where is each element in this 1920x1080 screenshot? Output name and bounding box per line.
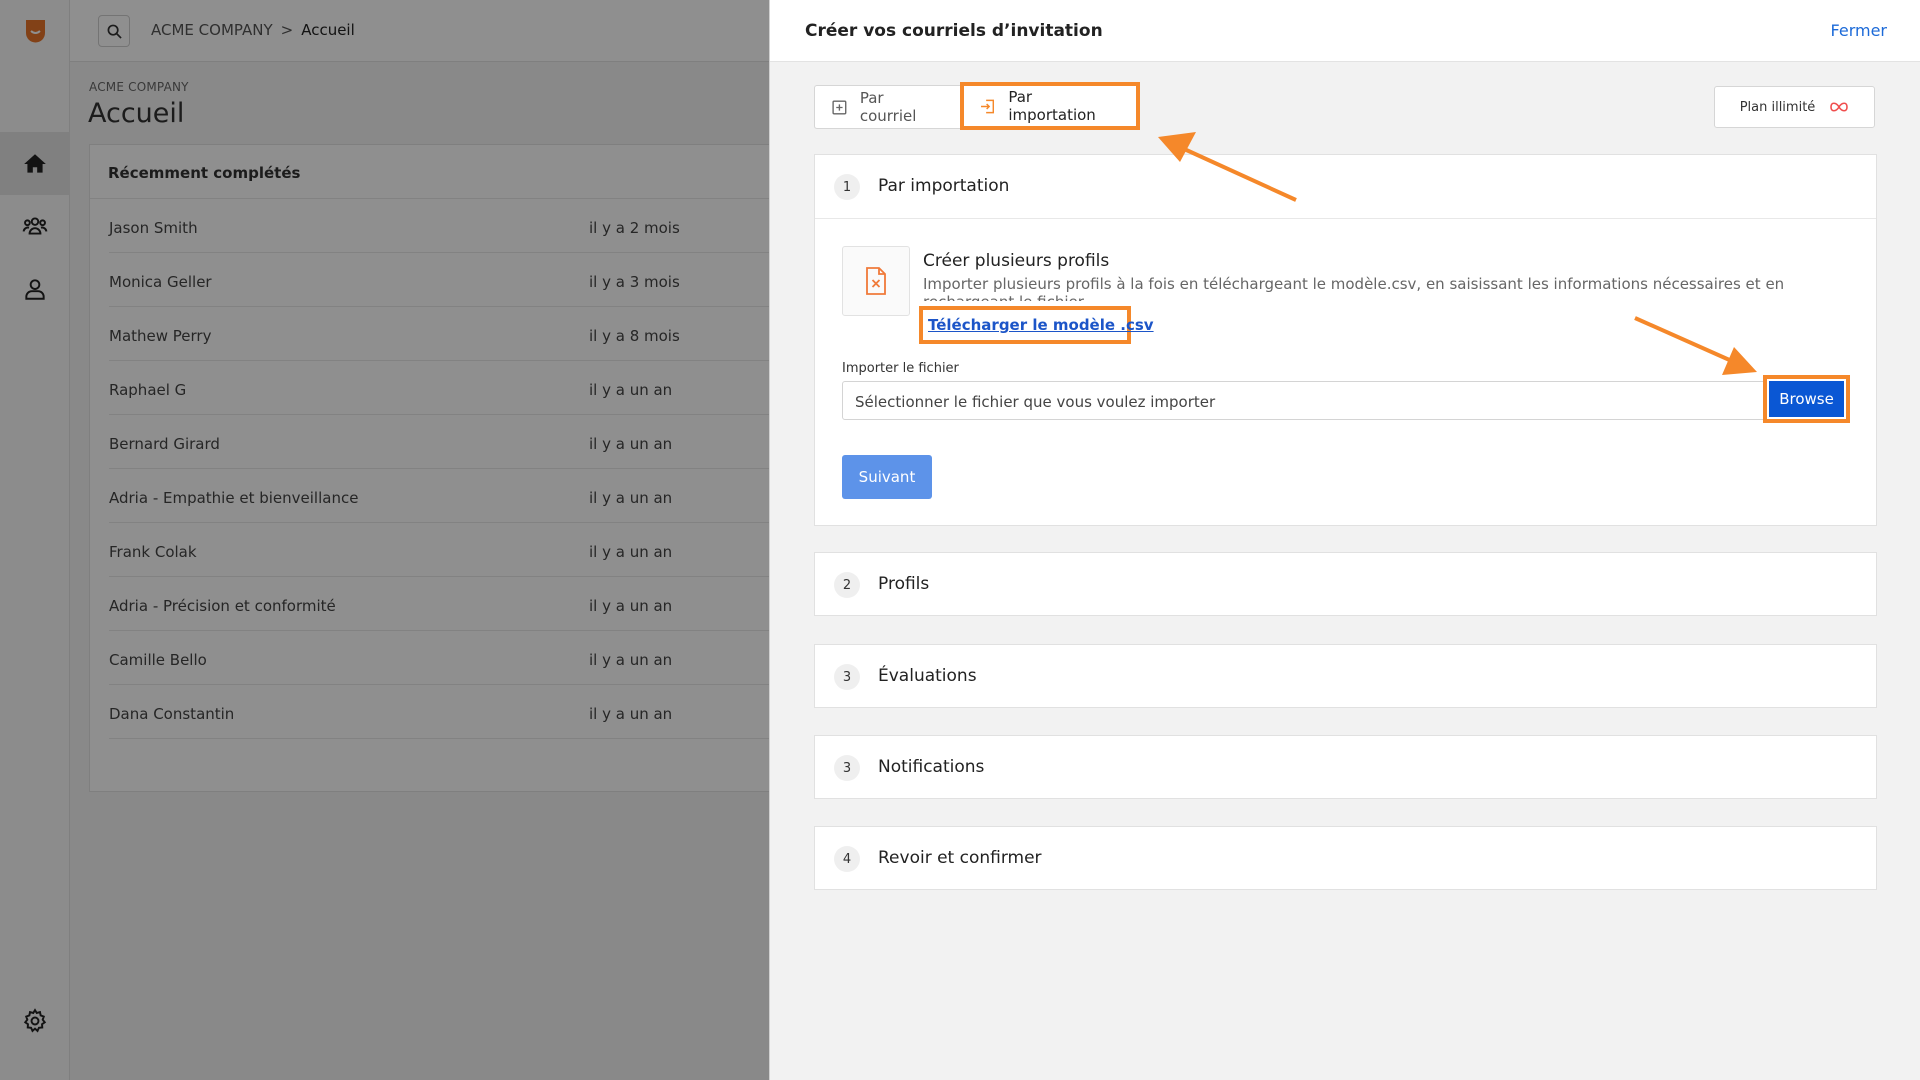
step-title: Par importation — [878, 176, 1010, 196]
browse-highlight: Browse — [1763, 375, 1850, 423]
step-title: Évaluations — [878, 666, 977, 686]
step-header[interactable]: 2 Profils — [815, 553, 1876, 617]
tab-label: Par importation — [1008, 88, 1096, 124]
browse-button[interactable]: Browse — [1769, 381, 1844, 417]
file-x-icon — [866, 267, 886, 295]
step-review-confirm[interactable]: 4 Revoir et confirmer — [814, 826, 1877, 890]
step-header[interactable]: 1 Par importation — [815, 155, 1876, 219]
panel-title: Créer vos courriels d’invitation — [805, 21, 1103, 41]
step-number: 2 — [834, 572, 860, 598]
step-header[interactable]: 3 Évaluations — [815, 645, 1876, 709]
step-header[interactable]: 4 Revoir et confirmer — [815, 827, 1876, 891]
bulk-title: Créer plusieurs profils — [923, 251, 1110, 271]
step-number: 3 — [834, 664, 860, 690]
step-number: 4 — [834, 846, 860, 872]
step-evaluations[interactable]: 3 Évaluations — [814, 644, 1877, 708]
plus-square-icon — [832, 100, 847, 114]
step-title: Notifications — [878, 757, 985, 777]
step-header[interactable]: 3 Notifications — [815, 736, 1876, 800]
step-notifications[interactable]: 3 Notifications — [814, 735, 1877, 799]
file-field-label: Importer le fichier — [842, 361, 959, 376]
panel-header: Créer vos courriels d’invitation Fermer — [770, 0, 1920, 62]
next-button[interactable]: Suivant — [842, 455, 932, 499]
mode-tabs: Par courriel Par importation — [814, 82, 1140, 133]
file-input[interactable]: Sélectionner le fichier que vous voulez … — [842, 381, 1850, 420]
bulk-description: Importer plusieurs profils à la fois en … — [923, 275, 1785, 301]
step-import: 1 Par importation Créer plusieurs profil… — [814, 154, 1877, 526]
step-title: Revoir et confirmer — [878, 848, 1042, 868]
invitation-panel: Créer vos courriels d’invitation Fermer … — [769, 0, 1920, 1080]
csv-file-icon-box — [842, 246, 910, 316]
plan-badge: Plan illimité — [1714, 86, 1875, 128]
tab-by-import[interactable]: Par importation — [960, 82, 1140, 130]
infinity-icon — [1830, 102, 1849, 112]
tab-by-email[interactable]: Par courriel — [814, 85, 960, 129]
tab-label: Par courriel — [859, 89, 917, 125]
close-button[interactable]: Fermer — [1831, 21, 1887, 40]
step-title: Profils — [878, 574, 930, 594]
import-icon — [981, 99, 995, 113]
modal-backdrop[interactable] — [0, 0, 770, 1080]
download-template-link[interactable]: Télécharger le modèle .csv — [919, 306, 1154, 344]
step-number: 3 — [834, 755, 860, 781]
plan-label: Plan illimité — [1739, 99, 1816, 115]
step-profiles[interactable]: 2 Profils — [814, 552, 1877, 616]
step-number: 1 — [834, 174, 860, 200]
